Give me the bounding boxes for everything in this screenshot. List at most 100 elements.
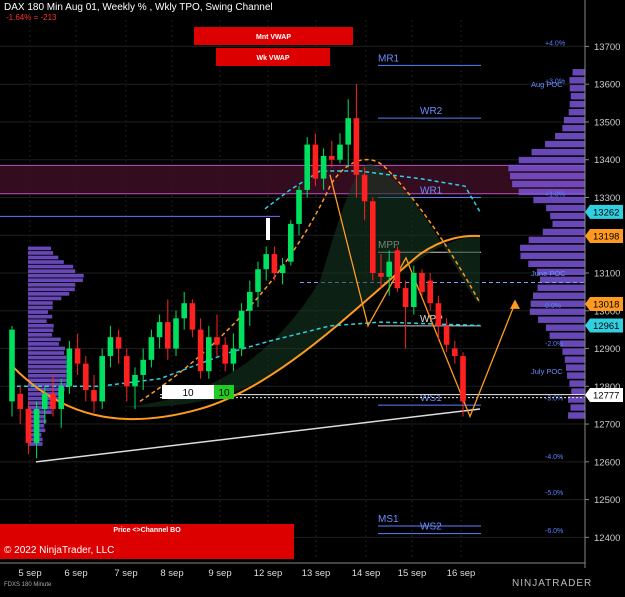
wk-vwap-banner: Wk VWAP — [216, 48, 330, 66]
candle-body — [132, 375, 138, 386]
y-tick-label: 13500 — [594, 117, 620, 128]
price-label-value: 13262 — [593, 207, 619, 218]
candle — [419, 269, 425, 295]
candle-body — [395, 250, 401, 288]
profile-bar — [28, 278, 83, 282]
y-tick-label: 12400 — [594, 533, 620, 544]
candle-body — [198, 330, 204, 372]
profile-bar — [28, 283, 75, 287]
candle-body — [165, 322, 171, 348]
y-tick-label: 13700 — [594, 42, 620, 53]
candle-body — [337, 145, 343, 160]
profile-bar — [28, 410, 52, 414]
candle-body — [444, 326, 450, 345]
white-marker — [266, 218, 270, 240]
profile-bar — [533, 293, 585, 299]
price-label-value: 13198 — [593, 232, 619, 243]
profile-bar — [550, 332, 585, 338]
candle-body — [288, 224, 294, 262]
percent-label: -6.0% — [545, 528, 563, 535]
percent-label: -2.0% — [545, 341, 563, 348]
candle-body — [354, 118, 360, 175]
candle-body — [378, 273, 384, 277]
profile-bar — [528, 261, 585, 267]
profile-bar — [28, 256, 58, 260]
x-tick-label: 6 sep — [64, 568, 87, 579]
profile-bar — [28, 374, 66, 378]
brand-logo: NINJATRADER — [512, 578, 592, 589]
mnt-vwap-banner-label: Mnt VWAP — [256, 34, 291, 41]
profile-bar — [568, 412, 585, 418]
candle — [67, 341, 73, 394]
y-tick-label: 13600 — [594, 80, 620, 91]
profile-bar — [28, 342, 59, 346]
chart-canvas[interactable]: MR1WR2WR1MPPWPPWS1MS1WS2+4.0%+3.0%+1.0%0… — [0, 0, 625, 592]
signal-boxes: 10 10 — [162, 385, 234, 399]
candle-body — [190, 303, 196, 329]
candle-body — [313, 145, 319, 179]
y-tick-label: 12500 — [594, 495, 620, 506]
candle-body — [403, 288, 409, 307]
percent-label: -3.0% — [545, 396, 563, 403]
resistance-zone — [0, 165, 585, 193]
percent-label: -4.0% — [545, 454, 563, 461]
profile-bar — [28, 265, 73, 269]
profile-bar — [520, 253, 585, 259]
candle-body — [26, 409, 32, 443]
candle-body — [362, 175, 368, 201]
price-label-value: 13018 — [593, 299, 619, 310]
right-box-value: 10 — [218, 388, 230, 399]
x-tick-label: 7 sep — [114, 568, 137, 579]
candle-body — [173, 318, 179, 348]
percent-label: +4.0% — [545, 41, 565, 48]
candle-body — [239, 311, 245, 349]
y-tick-label: 13100 — [594, 269, 620, 280]
profile-bar — [28, 356, 66, 360]
profile-bar — [28, 338, 61, 342]
candle-body — [231, 349, 237, 364]
profile-bar — [28, 351, 64, 355]
profile-bar — [28, 247, 51, 251]
candle-body — [304, 145, 310, 190]
profile-bar — [545, 141, 585, 147]
profile-bar — [28, 328, 53, 332]
percent-label: +1.0% — [545, 192, 565, 199]
candle — [288, 220, 294, 265]
candle-body — [247, 292, 253, 311]
profile-bar — [28, 292, 69, 296]
chart-title: DAX 180 Min Aug 01, Weekly % , Wkly TPO,… — [4, 2, 273, 13]
profile-bar — [552, 221, 585, 227]
x-tick-label: 16 sep — [447, 568, 476, 579]
y-tick-label: 12900 — [594, 344, 620, 355]
poc-label: June POC — [531, 269, 566, 278]
profile-bar — [28, 274, 84, 278]
change-readout: -1.64% = -213 — [6, 13, 56, 22]
profile-bar — [28, 406, 54, 410]
profile-bar — [571, 388, 585, 394]
profile-bar — [28, 301, 53, 305]
candle — [239, 303, 245, 356]
price-label-value: 12961 — [593, 321, 619, 332]
candle — [370, 197, 376, 280]
candle-body — [140, 360, 146, 375]
poc-label: Aug POC — [531, 80, 563, 89]
profile-bar — [508, 165, 585, 171]
pivot-label: MR1 — [378, 53, 400, 64]
candle-body — [436, 303, 442, 326]
candle-body — [214, 337, 220, 345]
candle-body — [181, 303, 187, 318]
candle-body — [255, 269, 261, 292]
profile-bar — [546, 205, 585, 211]
profile-bar — [28, 260, 64, 264]
dax-chart[interactable]: MR1WR2WR1MPPWPPWS1MS1WS2+4.0%+3.0%+1.0%0… — [0, 0, 625, 592]
profile-bar — [571, 93, 585, 99]
profile-bar — [555, 133, 585, 139]
profile-bar — [564, 117, 585, 123]
candle-body — [370, 201, 376, 273]
candle-body — [108, 337, 114, 356]
left-box-value: 10 — [182, 388, 194, 399]
poc-label: July POC — [531, 367, 563, 376]
x-tick-label: 13 sep — [302, 568, 331, 579]
profile-bar — [28, 297, 61, 301]
profile-bar — [28, 369, 71, 373]
